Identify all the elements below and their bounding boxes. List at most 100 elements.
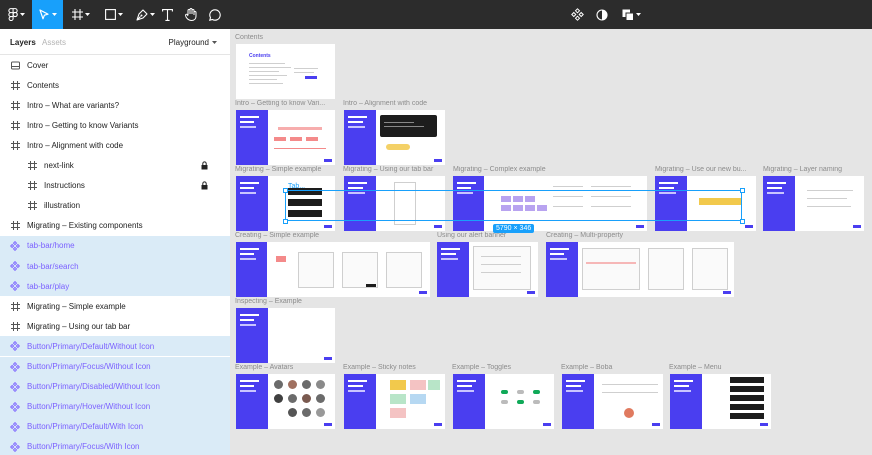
intro-variants-frame[interactable]: [236, 110, 335, 165]
frame-label[interactable]: Migrating – Simple example: [235, 166, 335, 173]
frame-icon: [10, 120, 20, 130]
layer-label: Intro – What are variants?: [27, 100, 120, 110]
layer-row[interactable]: Button/Primary/Default/Without Icon: [0, 336, 230, 357]
frame-label[interactable]: Example – Sticky notes: [343, 364, 443, 371]
layer-label: Button/Primary/Default/Without Icon: [27, 341, 155, 351]
tab-layers[interactable]: Layers: [10, 38, 36, 47]
boolean-icon[interactable]: [619, 0, 643, 29]
component-icon: [10, 261, 20, 271]
toolbar: [0, 0, 872, 29]
frame-label[interactable]: Creating – Simple example: [235, 232, 335, 239]
pen-tool-icon[interactable]: [131, 0, 159, 29]
frame-icon: [10, 100, 20, 110]
frame-icon: [10, 221, 20, 231]
layer-row[interactable]: Button/Primary/Hover/Without Icon: [0, 396, 230, 417]
frame-icon: [10, 80, 20, 90]
figma-menu-icon[interactable]: [0, 0, 32, 29]
layer-label: tab-bar/search: [27, 261, 79, 271]
layer-row[interactable]: Button/Primary/Focus/Without Icon: [0, 356, 230, 377]
layer-label: tab-bar/home: [27, 241, 75, 251]
frame-label[interactable]: Creating – Multi-property: [546, 232, 636, 239]
boba-frame[interactable]: [562, 374, 663, 429]
resize-handle[interactable]: [740, 188, 745, 193]
frame-label[interactable]: Migrating – Complex example: [453, 166, 653, 173]
components-icon[interactable]: [569, 0, 585, 29]
frame-label[interactable]: Migrating – Using our tab bar: [343, 166, 445, 173]
text-tool-icon[interactable]: [159, 0, 175, 29]
creating-simple-frame[interactable]: [236, 242, 430, 297]
selection-box[interactable]: [285, 190, 742, 221]
resize-handle[interactable]: [283, 219, 288, 224]
menu-frame[interactable]: [670, 374, 771, 429]
layer-row[interactable]: Migrating – Existing components: [0, 216, 230, 236]
mask-icon[interactable]: [594, 0, 610, 29]
sticky-frame[interactable]: [344, 374, 445, 429]
layer-label: Migrating – Using our tab bar: [27, 321, 131, 331]
avatars-frame[interactable]: [236, 374, 335, 429]
move-tool-icon[interactable]: [32, 0, 63, 29]
layer-label: Button/Primary/Hover/Without Icon: [27, 402, 151, 412]
layer-label: Instructions: [44, 181, 85, 191]
layer-label: Intro – Getting to know Variants: [27, 120, 139, 130]
creating-multi-frame[interactable]: [546, 242, 734, 297]
comment-tool-icon[interactable]: [207, 0, 223, 29]
layer-row[interactable]: Button/Primary/Focus/With Icon: [0, 436, 230, 455]
frame-label[interactable]: Example – Avatars: [235, 364, 335, 371]
layer-label: tab-bar/play: [27, 281, 70, 291]
hand-tool-icon[interactable]: [183, 0, 199, 29]
layer-row[interactable]: Instructions: [0, 176, 230, 196]
migrating-layer-frame[interactable]: [763, 176, 864, 231]
layer-row[interactable]: Button/Primary/Disabled/Without Icon: [0, 376, 230, 397]
inspecting-frame[interactable]: [236, 308, 335, 363]
frame-label[interactable]: Example – Boba: [561, 364, 661, 371]
layer-row[interactable]: Migrating – Simple example: [0, 296, 230, 316]
lock-icon[interactable]: [201, 181, 208, 192]
frame-label[interactable]: Using our alert banner: [437, 232, 527, 239]
layer-row[interactable]: Intro – Getting to know Variants: [0, 115, 230, 135]
frame-icon: [27, 181, 37, 191]
layer-label: Intro – Alignment with code: [27, 140, 124, 150]
component-icon: [10, 421, 20, 432]
toggles-frame[interactable]: [453, 374, 554, 429]
frame-label[interactable]: Migrating – Layer naming: [763, 166, 867, 173]
layer-row[interactable]: next-link: [0, 156, 230, 176]
frame-icon: [10, 140, 20, 150]
frame-label[interactable]: Contents: [235, 34, 335, 41]
tab-assets[interactable]: Assets: [42, 38, 66, 47]
shape-tool-icon[interactable]: [99, 0, 129, 29]
layer-row[interactable]: Intro – Alignment with code: [0, 135, 230, 155]
page-select[interactable]: Playground: [169, 38, 217, 47]
lock-icon[interactable]: [201, 160, 208, 172]
resize-handle[interactable]: [740, 219, 745, 224]
layer-row[interactable]: Intro – What are variants?: [0, 95, 230, 115]
layer-row[interactable]: tab-bar/play: [0, 276, 230, 297]
intro-alignment-frame[interactable]: [344, 110, 445, 165]
frame-icon: [10, 321, 20, 331]
layer-row[interactable]: Migrating – Using our tab bar: [0, 316, 230, 336]
panel-tabs: Layers Assets Playground: [0, 29, 230, 55]
layer-row[interactable]: Button/Primary/Default/With Icon: [0, 416, 230, 437]
frame-label[interactable]: Migrating – Use our new bu...: [655, 166, 749, 173]
layers-panel: Layers Assets Playground Cover Contents In…: [0, 29, 231, 455]
layer-row[interactable]: Cover: [0, 55, 230, 75]
frame-label[interactable]: Intro – Getting to know Vari...: [235, 100, 336, 107]
layer-label: Button/Primary/Disabled/Without Icon: [27, 382, 160, 392]
layer-label: Migrating – Simple example: [27, 301, 126, 311]
layer-row[interactable]: tab-bar/search: [0, 256, 230, 276]
alert-frame[interactable]: [437, 242, 538, 297]
component-icon: [10, 361, 20, 372]
frame-label[interactable]: Intro – Alignment with code: [343, 100, 443, 107]
frame-label[interactable]: Example – Toggles: [452, 364, 552, 371]
layer-row[interactable]: tab-bar/home: [0, 235, 230, 256]
frame-label[interactable]: Inspecting – Example: [235, 298, 335, 305]
layer-row[interactable]: Contents: [0, 75, 230, 95]
layer-row[interactable]: illustration: [0, 196, 230, 216]
frame-label[interactable]: Example – Menu: [669, 364, 769, 371]
layer-label: Cover: [27, 60, 49, 70]
frame-tool-icon[interactable]: [66, 0, 96, 29]
frame-icon: [10, 301, 20, 311]
contents-frame[interactable]: Contents: [236, 44, 335, 99]
canvas[interactable]: Contents Contents Intro – Getting to kno…: [231, 29, 872, 455]
cover-frame-icon: [10, 60, 20, 70]
component-icon: [10, 401, 20, 412]
